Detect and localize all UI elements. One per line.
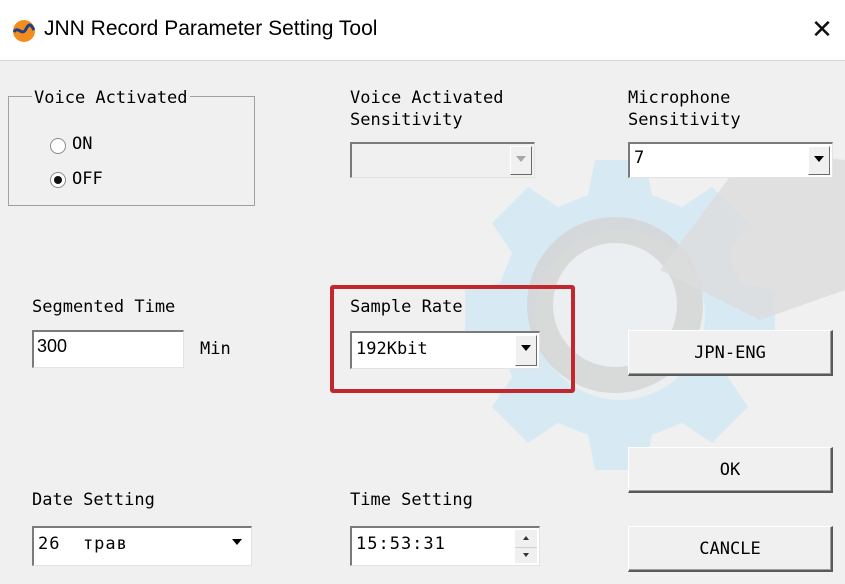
window-title: JNN Record Parameter Setting Tool	[44, 17, 378, 40]
sample-rate-select[interactable]: 192Kbit	[350, 331, 540, 369]
mic-sensitivity-select[interactable]: 7	[628, 142, 833, 178]
segmented-time-label: Segmented Time	[32, 297, 176, 317]
date-value: 26 трав	[38, 534, 128, 554]
title-bar: JNN Record Parameter Setting Tool ✕	[0, 0, 845, 61]
time-setting-label: Time Setting	[350, 490, 473, 510]
voice-off-label: OFF	[72, 169, 103, 189]
time-picker[interactable]: 15:53:31	[350, 526, 540, 566]
date-picker[interactable]: 26 трав	[32, 526, 252, 566]
language-toggle-button[interactable]: JPN-ENG	[628, 330, 833, 376]
app-logo-icon	[12, 20, 36, 42]
mic-sensitivity-value: 7	[634, 148, 645, 168]
chevron-down-icon[interactable]	[510, 146, 532, 175]
segmented-time-unit: Min	[200, 339, 231, 359]
voice-sensitivity-label-line2: Sensitivity	[350, 110, 463, 130]
ok-button[interactable]: OK	[628, 447, 833, 493]
spin-down-icon[interactable]	[515, 547, 537, 564]
close-icon[interactable]: ✕	[799, 0, 845, 60]
time-spinner[interactable]	[515, 530, 537, 563]
voice-activated-group	[8, 96, 255, 206]
voice-activated-legend: Voice Activated	[32, 88, 190, 108]
voice-off-radio[interactable]	[50, 172, 66, 188]
time-value: 15:53:31	[356, 534, 446, 554]
segmented-time-input[interactable]: 300	[32, 330, 184, 368]
spin-up-icon[interactable]	[515, 530, 537, 548]
sample-rate-value: 192Kbit	[356, 339, 428, 359]
voice-sensitivity-label-line1: Voice Activated	[350, 88, 504, 108]
voice-sensitivity-select[interactable]	[350, 142, 535, 178]
chevron-down-icon[interactable]	[515, 335, 537, 366]
chevron-down-icon[interactable]	[808, 146, 830, 175]
date-setting-label: Date Setting	[32, 490, 155, 510]
mic-sensitivity-label-line1: Microphone	[628, 88, 731, 108]
sample-rate-label: Sample Rate	[350, 297, 463, 317]
mic-sensitivity-label-line2: Sensitivity	[628, 110, 741, 130]
voice-on-label: ON	[72, 134, 93, 154]
voice-on-radio[interactable]	[50, 138, 66, 154]
cancel-button[interactable]: CANCLE	[628, 526, 833, 572]
chevron-down-icon[interactable]	[227, 530, 249, 563]
